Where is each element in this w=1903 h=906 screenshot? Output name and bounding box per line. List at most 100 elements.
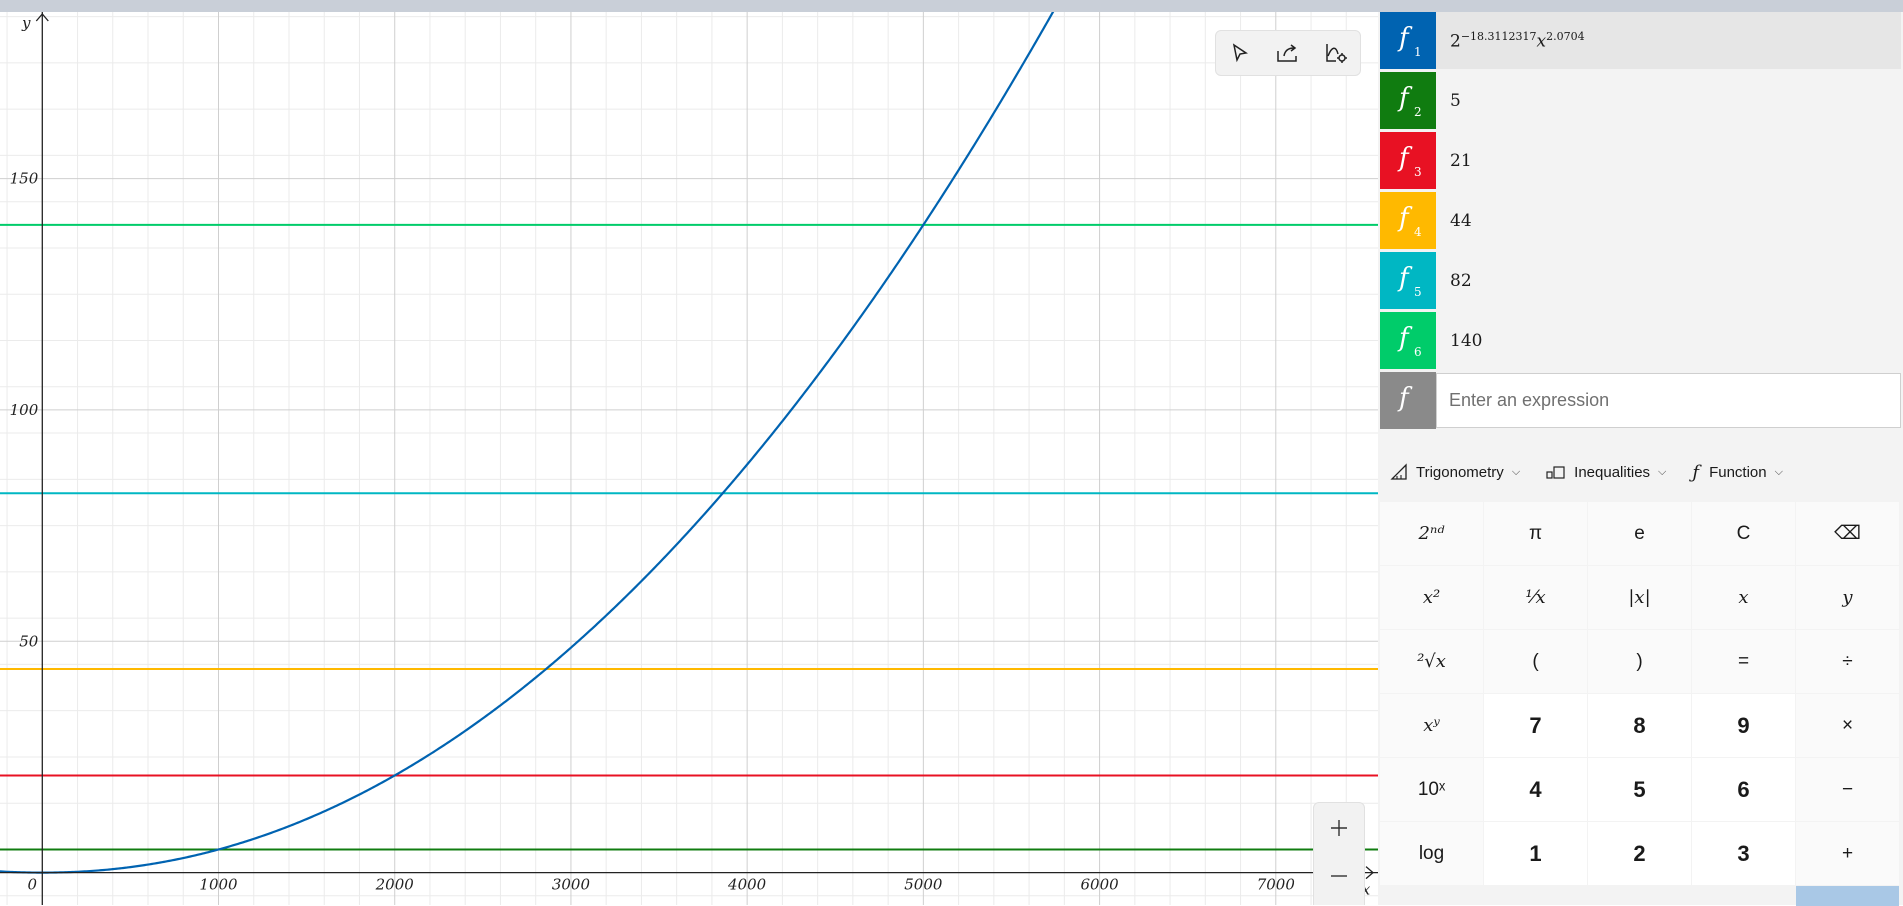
absolute-key[interactable]: |x| [1588,566,1691,629]
function-row-2[interactable]: f 2 5 [1380,72,1901,129]
function-label: f [1399,143,1409,173]
function-row-6[interactable]: f 6 140 [1380,312,1901,369]
function-color-chip: f [1380,372,1436,429]
reciprocal-key[interactable]: ¹⁄x [1484,566,1587,629]
function-color-chip[interactable]: f 5 [1380,252,1436,309]
trigonometry-label: Trigonometry [1416,463,1504,481]
plus-icon [1331,820,1347,836]
function-expression[interactable]: 82 [1450,271,1472,291]
graph-toolbar [1215,30,1361,76]
digit-9-key[interactable]: 9 [1692,694,1795,757]
function-expression[interactable]: 140 [1450,331,1482,351]
digit-3-key[interactable]: 3 [1692,822,1795,885]
window-title-bar [0,0,1903,12]
function-label: f [1399,83,1409,113]
function-index: 3 [1414,165,1422,179]
second-key[interactable]: 2ⁿᵈ [1380,502,1483,565]
function-color-chip[interactable]: f 6 [1380,312,1436,369]
new-function-row[interactable]: f Enter an expression [1380,372,1901,429]
x-tick-label: 2000 [375,876,415,894]
graph-settings-icon [1326,44,1347,63]
power-key[interactable]: xʸ [1380,694,1483,757]
graph-settings-button[interactable] [1316,35,1356,71]
digit-1-key[interactable]: 1 [1484,822,1587,885]
function-expression[interactable]: 44 [1450,211,1472,231]
expr-exponent-2: 2.0704 [1546,29,1585,43]
function-curve-1 [0,12,1055,874]
pi-key[interactable]: π [1484,502,1587,565]
divide-key[interactable]: ÷ [1796,630,1899,693]
minus-icon [1331,875,1347,877]
function-color-chip[interactable]: f 4 [1380,192,1436,249]
digit-6-key[interactable]: 6 [1692,758,1795,821]
x-tick-label: 7000 [1257,876,1296,894]
e-key[interactable]: e [1588,502,1691,565]
function-label: f [1399,323,1409,353]
zoom-in-button[interactable] [1314,806,1364,850]
minus-key[interactable]: − [1796,758,1899,821]
enter-key[interactable] [1796,886,1899,906]
clear-key[interactable]: C [1692,502,1795,565]
function-index: 2 [1414,105,1422,119]
digit-2-key[interactable]: 2 [1588,822,1691,885]
multiply-key[interactable]: × [1796,694,1899,757]
function-index: 5 [1414,285,1422,299]
x-key[interactable]: x [1692,566,1795,629]
function-expression[interactable]: 21 [1450,151,1472,171]
log-key[interactable]: log [1380,822,1483,885]
inequalities-menu[interactable]: Inequalities ⌵ [1546,464,1666,481]
function-color-chip[interactable]: f 3 [1380,132,1436,189]
backspace-key[interactable]: ⌫ [1796,502,1899,565]
y-axis-label: y [21,14,31,32]
function-label: Function [1709,463,1767,481]
x-tick-label: 5000 [904,876,943,894]
function-row-5[interactable]: f 5 82 [1380,252,1901,309]
zoom-controls [1313,802,1365,905]
chevron-down-icon: ⌵ [1658,465,1667,478]
expression-input[interactable]: Enter an expression [1436,373,1901,428]
digit-5-key[interactable]: 5 [1588,758,1691,821]
function-index: 1 [1414,45,1422,59]
close-paren-key[interactable]: ) [1588,630,1691,693]
square-key[interactable]: x² [1380,566,1483,629]
digit-7-key[interactable]: 7 [1484,694,1587,757]
x-tick-label: 6000 [1080,876,1119,894]
trigonometry-menu[interactable]: Trigonometry ⌵ [1390,463,1520,481]
function-expression[interactable]: 2−18.3112317x2.0704 [1450,30,1585,52]
function-row-1[interactable]: f 1 2−18.3112317x2.0704 [1380,12,1901,69]
digit-4-key[interactable]: 4 [1484,758,1587,821]
share-button[interactable] [1268,35,1308,71]
function-label: f [1399,23,1409,53]
sqrt-key[interactable]: ²√x [1380,630,1483,693]
expr-variable: x [1536,31,1547,52]
plus-key[interactable]: + [1796,822,1899,885]
function-color-chip[interactable]: f 1 [1380,12,1436,69]
function-row-4[interactable]: f 4 44 [1380,192,1901,249]
function-color-chip[interactable]: f 2 [1380,72,1436,129]
digit-8-key[interactable]: 8 [1588,694,1691,757]
expr-exponent-1: −18.3112317 [1460,29,1537,43]
graph-canvas[interactable]: 0 1000 2000 3000 4000 5000 6000 7000 50 100 150 x y [0,12,1378,905]
select-tool-button[interactable] [1220,35,1260,71]
x-tick-label: 1000 [199,876,238,894]
equals-key[interactable]: = [1692,630,1795,693]
function-expression[interactable]: 5 [1450,91,1461,111]
graph-plot[interactable]: 0 1000 2000 3000 4000 5000 6000 700050100150xy [0,12,1378,905]
x-tick-label: 0 [28,876,38,894]
y-tick-label: 100 [10,401,39,419]
category-toolbar: Trigonometry ⌵ Inequalities ⌵ ƒ Function… [1390,458,1890,486]
zoom-out-button[interactable] [1314,854,1364,898]
y-key[interactable]: y [1796,566,1899,629]
chevron-down-icon: ⌵ [1511,465,1521,478]
x-tick-label: 3000 [552,876,591,894]
open-paren-key[interactable]: ( [1484,630,1587,693]
ten-power-key[interactable]: 10ˣ [1380,758,1483,821]
inequality-icon [1546,466,1565,479]
expr-base: 2 [1450,31,1461,52]
function-row-3[interactable]: f 3 21 [1380,132,1901,189]
select-icon [1232,43,1248,63]
y-tick-label: 50 [19,632,39,650]
function-menu[interactable]: ƒ Function ⌵ [1692,462,1783,483]
triangle-ruler-icon [1390,463,1407,480]
function-label: f [1399,383,1409,413]
